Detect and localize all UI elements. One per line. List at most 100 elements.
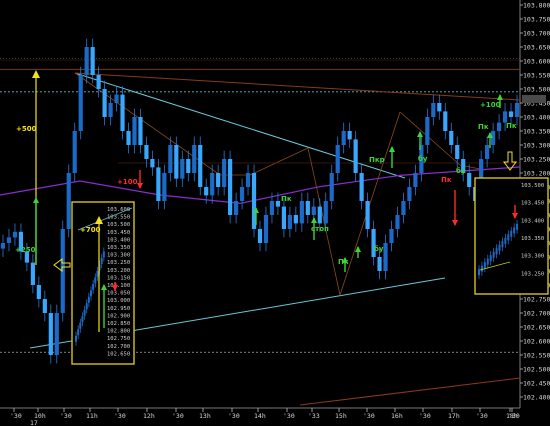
candle-body <box>287 215 292 229</box>
inset-tick-label: 102.900 <box>107 313 130 319</box>
candle-body <box>126 131 131 145</box>
candle-body <box>108 103 113 117</box>
inset-tick-label: 103.300 <box>107 253 130 259</box>
annotation-label: +500 <box>16 125 37 133</box>
candle-body <box>234 201 239 215</box>
x-tick-label: '30 <box>283 412 295 420</box>
x-tick-label: '30 <box>10 412 22 420</box>
candle-body <box>425 117 430 145</box>
inset-tick-label: 103.250 <box>107 260 130 266</box>
inset-candle-body <box>77 329 80 336</box>
candle-body <box>216 173 221 187</box>
candle-body <box>156 167 161 201</box>
y-tick-label: 103.350 <box>523 128 550 136</box>
candle-body <box>186 159 191 173</box>
candle-body <box>485 145 490 159</box>
inset-tick-label: 102.750 <box>107 336 130 342</box>
candle-body <box>341 131 346 145</box>
candle-body <box>508 111 514 117</box>
inset-tick-label: 103.500 <box>107 222 130 228</box>
candle-body <box>245 173 251 187</box>
candle-body <box>96 75 101 89</box>
inset-tick-label: 103.200 <box>107 268 130 274</box>
candle-body <box>317 206 322 224</box>
annotation-label: Пк <box>281 195 292 203</box>
inset-candle-body <box>90 290 92 297</box>
inset-candle-body <box>87 296 90 303</box>
candle-body <box>275 201 281 207</box>
chart-window: 103.800 103.750 103.700 103.650 103.600 103.5… <box>0 0 550 426</box>
x-tick-label: 13h <box>199 412 211 420</box>
inset-tick-label: 102.800 <box>107 329 130 335</box>
inset-tick-label: 103.000 <box>107 298 130 304</box>
y-tick-label: 103.500 <box>523 86 550 94</box>
inset-tick-label: 103.300 <box>521 254 544 260</box>
candle-body <box>496 122 502 131</box>
inset-tick-label: 103.550 <box>107 215 130 221</box>
x-tick-label: 12h <box>143 412 155 420</box>
inset-candle-body <box>92 283 95 290</box>
y-tick-label: 103.600 <box>523 58 550 66</box>
candle-body <box>383 243 388 271</box>
candle-body <box>305 201 310 215</box>
candle-body <box>120 94 125 131</box>
candle-body <box>467 173 472 187</box>
x-tick-label: 11h <box>86 412 98 420</box>
x-tick-label: '30 <box>476 412 488 420</box>
candle-body <box>174 145 179 179</box>
candle-body <box>168 145 173 173</box>
candle-body <box>90 47 95 75</box>
candle-body <box>407 187 412 201</box>
y-tick-label: 102.700 <box>523 310 550 318</box>
y-tick-label: 103.300 <box>523 142 550 150</box>
x-date-label: 17 <box>30 419 38 426</box>
x-tick-label: '30 <box>60 412 72 420</box>
y-tick-label: 102.550 <box>523 352 550 360</box>
inset-candle-body <box>85 303 88 310</box>
x-tick-label: '30 <box>114 412 126 420</box>
candle-body <box>353 139 358 173</box>
x-tick-label: 17h <box>448 412 460 420</box>
x-tick-label: 16h <box>391 412 403 420</box>
candle-body <box>6 237 12 243</box>
candle-body <box>84 47 89 75</box>
inset-candle-body <box>75 335 77 342</box>
inset-candle-body <box>486 258 489 265</box>
inset-tick-label: 103.350 <box>521 236 544 242</box>
y-tick-label: 102.500 <box>523 366 550 374</box>
inset-candle-body <box>100 257 103 264</box>
candle-body <box>192 145 197 173</box>
inset-tick-label: 103.500 <box>521 183 544 189</box>
candle-body <box>443 111 448 131</box>
inset-candle-body <box>498 244 501 251</box>
candle-body <box>138 117 143 145</box>
annotation-label: бу <box>456 167 466 175</box>
y-tick-label: 102.400 <box>523 394 550 402</box>
y-tick-label: 103.400 <box>523 114 550 122</box>
annotation-label: +100 <box>117 178 138 186</box>
inset-tick-label: 103.400 <box>521 218 544 224</box>
candle-body <box>222 159 227 187</box>
candle-body <box>365 201 370 229</box>
candle-body <box>180 159 185 179</box>
price-chart: 103.800 103.750 103.700 103.650 103.600 103.5… <box>0 0 550 426</box>
inset-candle-body <box>102 251 105 258</box>
inset-candle-body <box>507 234 510 241</box>
candle-body <box>66 173 71 229</box>
inset-tick-label: 102.850 <box>107 321 130 327</box>
annotation-label: Пк <box>506 122 517 130</box>
candle-body <box>455 145 460 159</box>
candle-body <box>359 173 364 201</box>
y-tick-label: 102.600 <box>523 338 550 346</box>
candle-body <box>335 145 340 173</box>
candle-body <box>311 206 316 215</box>
candle-body <box>299 201 304 224</box>
candle-body <box>389 229 394 243</box>
y-tick-label: 103.750 <box>523 16 550 24</box>
inset-tick-label: 103.400 <box>107 237 130 243</box>
candle-body <box>502 111 508 123</box>
inset-candle-body <box>96 270 99 277</box>
inset-tick-label: 102.650 <box>107 351 130 357</box>
candle-body <box>132 117 137 145</box>
inset-tick-label: 103.450 <box>521 201 544 207</box>
